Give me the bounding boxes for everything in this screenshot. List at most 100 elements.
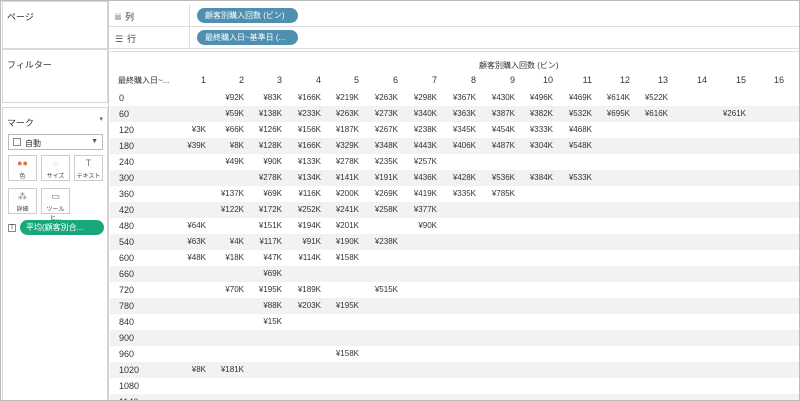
table-cell[interactable]: ¥428K	[436, 173, 476, 182]
column-header[interactable]: 16	[764, 75, 784, 85]
table-cell[interactable]: ¥117K	[242, 237, 282, 246]
table-cell[interactable]: ¥59K	[204, 109, 244, 118]
table-cell[interactable]: ¥419K	[397, 189, 437, 198]
columns-shelf[interactable]: iii 列 顧客別購入回数 (ビン)	[109, 5, 799, 27]
column-header[interactable]: 3	[262, 75, 282, 85]
column-header[interactable]: 15	[726, 75, 746, 85]
table-cell[interactable]: ¥158K	[319, 253, 359, 262]
marks-detail-button[interactable]: ⁂ 詳細	[8, 188, 37, 214]
table-cell[interactable]: ¥156K	[281, 125, 321, 134]
table-cell[interactable]: ¥387K	[475, 109, 515, 118]
row-label[interactable]: 1020	[119, 365, 139, 375]
marks-size-button[interactable]: ◌ サイズ	[41, 155, 70, 181]
table-cell[interactable]: ¥348K	[358, 141, 398, 150]
table-cell[interactable]: ¥201K	[319, 221, 359, 230]
table-cell[interactable]: ¥443K	[397, 141, 437, 150]
table-cell[interactable]: ¥614K	[590, 93, 630, 102]
table-cell[interactable]: ¥487K	[475, 141, 515, 150]
table-cell[interactable]: ¥258K	[358, 205, 398, 214]
table-cell[interactable]: ¥536K	[475, 173, 515, 182]
table-cell[interactable]: ¥219K	[319, 93, 359, 102]
table-cell[interactable]: ¥363K	[436, 109, 476, 118]
table-cell[interactable]: ¥191K	[358, 173, 398, 182]
table-cell[interactable]: ¥4K	[204, 237, 244, 246]
table-cell[interactable]: ¥333K	[513, 125, 553, 134]
pages-card[interactable]: ページ	[2, 1, 108, 49]
table-cell[interactable]: ¥329K	[319, 141, 359, 150]
column-header[interactable]: 14	[687, 75, 707, 85]
row-label[interactable]: 480	[119, 221, 134, 231]
table-cell[interactable]: ¥151K	[242, 221, 282, 230]
row-label[interactable]: 540	[119, 237, 134, 247]
row-label[interactable]: 1140	[119, 397, 138, 400]
table-cell[interactable]: ¥384K	[513, 173, 553, 182]
table-cell[interactable]: ¥122K	[204, 205, 244, 214]
table-cell[interactable]: ¥126K	[242, 125, 282, 134]
table-cell[interactable]: ¥241K	[319, 205, 359, 214]
rows-shelf[interactable]: ☰ 行 最終購入日~基準日 (...	[109, 27, 799, 49]
table-cell[interactable]: ¥90K	[242, 157, 282, 166]
row-label[interactable]: 180	[119, 141, 134, 151]
row-label[interactable]: 720	[119, 285, 134, 295]
mark-type-dropdown[interactable]: 自動 ▼	[8, 134, 103, 150]
table-cell[interactable]: ¥49K	[204, 157, 244, 166]
rows-pill[interactable]: 最終購入日~基準日 (...	[197, 30, 298, 45]
table-cell[interactable]: ¥137K	[204, 189, 244, 198]
table-cell[interactable]: ¥436K	[397, 173, 437, 182]
table-cell[interactable]: ¥3K	[166, 125, 206, 134]
row-label[interactable]: 60	[119, 109, 129, 119]
table-cell[interactable]: ¥263K	[319, 109, 359, 118]
row-label[interactable]: 900	[119, 333, 134, 343]
table-cell[interactable]: ¥8K	[166, 365, 206, 374]
table-cell[interactable]: ¥269K	[358, 189, 398, 198]
table-cell[interactable]: ¥238K	[358, 237, 398, 246]
row-label[interactable]: 360	[119, 189, 134, 199]
table-cell[interactable]: ¥298K	[397, 93, 437, 102]
row-label[interactable]: 780	[119, 301, 134, 311]
table-cell[interactable]: ¥69K	[242, 189, 282, 198]
table-cell[interactable]: ¥252K	[281, 205, 321, 214]
table-cell[interactable]: ¥158K	[319, 349, 359, 358]
table-cell[interactable]: ¥166K	[281, 141, 321, 150]
row-label[interactable]: 840	[119, 317, 134, 327]
table-cell[interactable]: ¥377K	[397, 205, 437, 214]
row-label[interactable]: 420	[119, 205, 134, 215]
marks-text-button[interactable]: T テキスト	[74, 155, 103, 181]
table-cell[interactable]: ¥261K	[706, 109, 746, 118]
table-cell[interactable]: ¥116K	[281, 189, 321, 198]
chevron-down-icon[interactable]: ▾	[99, 115, 103, 123]
table-cell[interactable]: ¥187K	[319, 125, 359, 134]
table-cell[interactable]: ¥273K	[358, 109, 398, 118]
table-cell[interactable]: ¥382K	[513, 109, 553, 118]
table-cell[interactable]: ¥522K	[628, 93, 668, 102]
table-cell[interactable]: ¥533K	[552, 173, 592, 182]
table-cell[interactable]: ¥66K	[204, 125, 244, 134]
table-cell[interactable]: ¥430K	[475, 93, 515, 102]
column-header[interactable]: 12	[610, 75, 630, 85]
column-header[interactable]: 11	[572, 75, 592, 85]
row-label[interactable]: 300	[119, 173, 134, 183]
column-header[interactable]: 6	[378, 75, 398, 85]
column-header[interactable]: 10	[533, 75, 553, 85]
table-cell[interactable]: ¥345K	[436, 125, 476, 134]
table-cell[interactable]: ¥83K	[242, 93, 282, 102]
table-cell[interactable]: ¥454K	[475, 125, 515, 134]
table-cell[interactable]: ¥166K	[281, 93, 321, 102]
table-cell[interactable]: ¥469K	[552, 93, 592, 102]
table-cell[interactable]: ¥91K	[281, 237, 321, 246]
row-label[interactable]: 600	[119, 253, 134, 263]
table-cell[interactable]: ¥235K	[358, 157, 398, 166]
table-cell[interactable]: ¥267K	[358, 125, 398, 134]
table-cell[interactable]: ¥695K	[590, 109, 630, 118]
table-cell[interactable]: ¥128K	[242, 141, 282, 150]
row-header-title[interactable]: 最終購入日~...	[118, 75, 169, 86]
row-label[interactable]: 660	[119, 269, 134, 279]
table-cell[interactable]: ¥92K	[204, 93, 244, 102]
filters-card[interactable]: フィルター	[2, 49, 108, 103]
table-cell[interactable]: ¥70K	[204, 285, 244, 294]
column-header[interactable]: 13	[648, 75, 668, 85]
table-cell[interactable]: ¥133K	[281, 157, 321, 166]
text-field-pill[interactable]: 平均(顧客別合...	[20, 220, 104, 235]
table-cell[interactable]: ¥63K	[166, 237, 206, 246]
column-header[interactable]: 1	[186, 75, 206, 85]
